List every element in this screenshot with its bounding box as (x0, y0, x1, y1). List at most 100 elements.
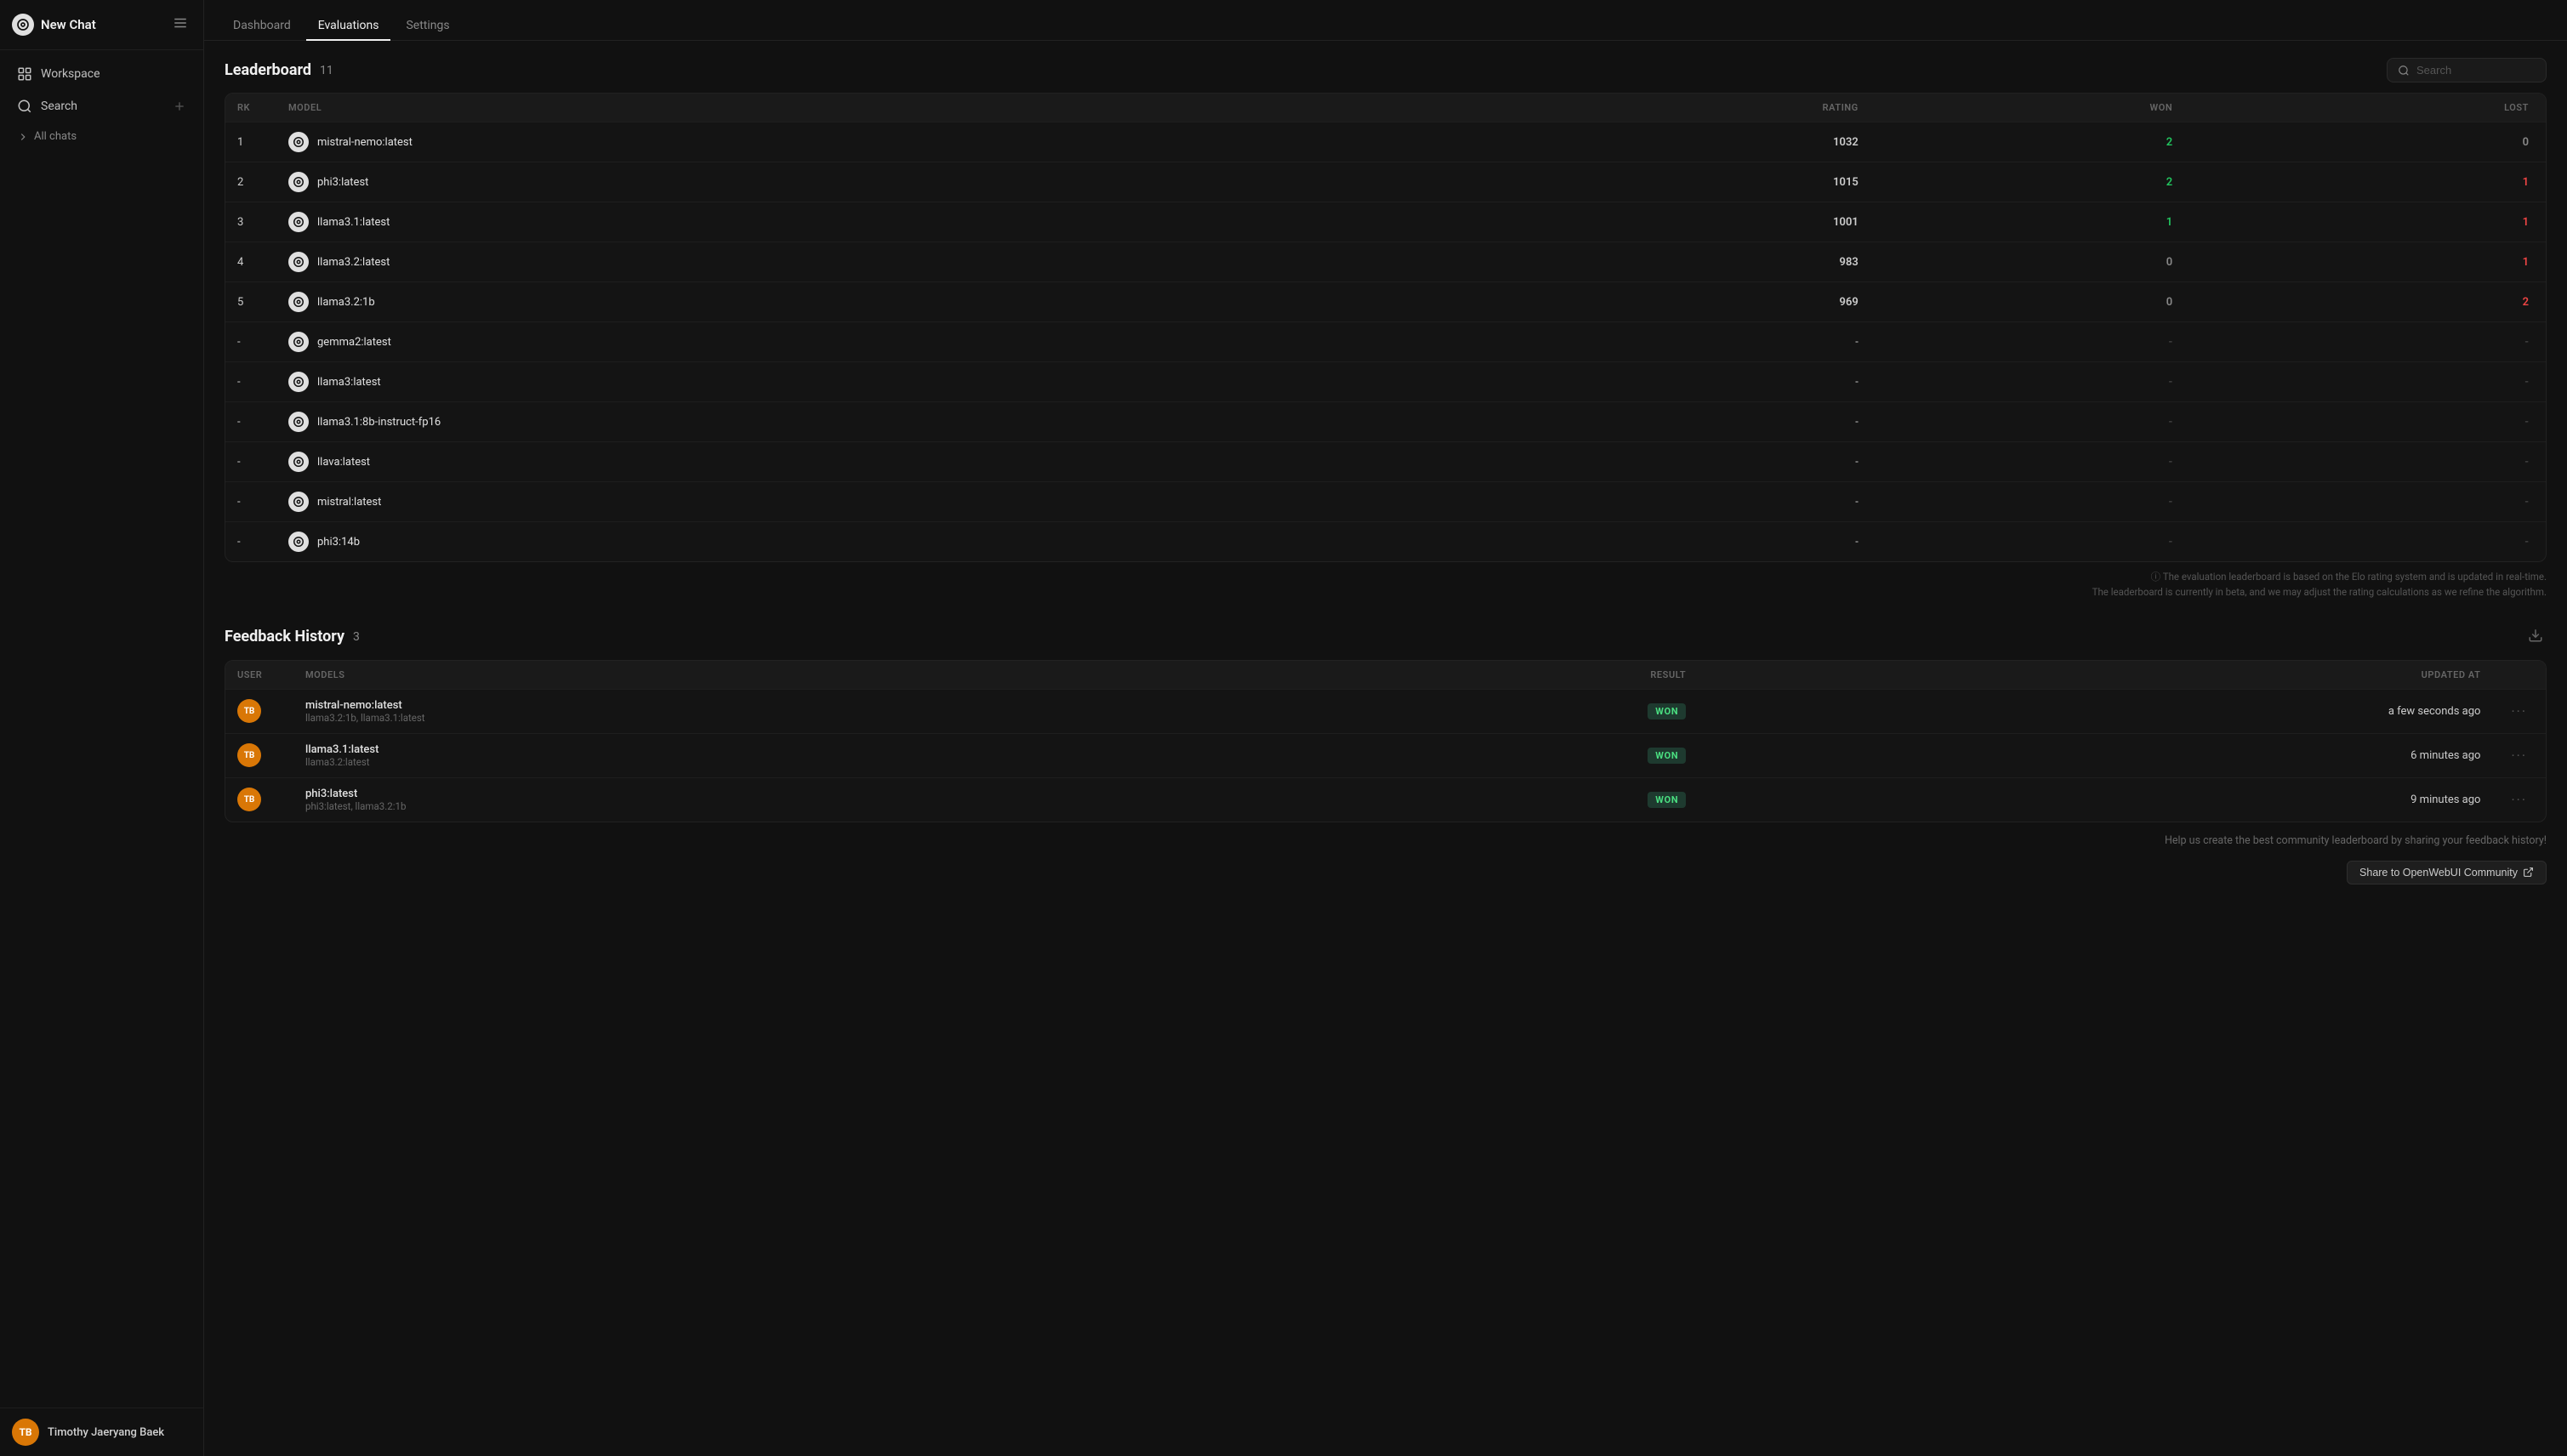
new-chat-button[interactable]: New Chat (12, 14, 96, 36)
more-options-button[interactable]: ··· (2504, 744, 2534, 767)
result-badge: WON (1648, 703, 1686, 719)
feedback-history-count: 3 (353, 630, 360, 644)
model-cell: mistral:latest (276, 482, 1467, 522)
feedback-winner-model: phi3:latest (305, 788, 1261, 800)
rank-cell: 4 (225, 242, 276, 282)
sidebar-item-all-chats[interactable]: All chats (5, 123, 198, 150)
search-input[interactable] (2416, 64, 2536, 77)
share-community-button[interactable]: Share to OpenWebUI Community (2347, 861, 2547, 884)
lost-cell: 1 (2184, 202, 2546, 242)
feedback-actions-cell: ··· (2492, 689, 2546, 733)
sidebar-header: New Chat (0, 0, 203, 50)
col-result: RESULT (1273, 661, 1698, 690)
lost-cell: - (2184, 442, 2546, 482)
model-name: llama3.1:latest (317, 216, 390, 229)
feedback-table-row: TB phi3:latest phi3:latest, llama3.2:1b … (225, 777, 2546, 822)
feedback-actions-cell: ··· (2492, 777, 2546, 822)
leaderboard-table-row: 3 llama3.1:latest 1001 1 1 (225, 202, 2546, 242)
download-icon[interactable] (2524, 624, 2547, 650)
chevron-right-icon (17, 131, 29, 143)
rating-cell: - (1467, 362, 1870, 402)
leaderboard-table-row: 5 llama3.2:1b 969 0 2 (225, 282, 2546, 322)
rating-cell: - (1467, 442, 1870, 482)
col-model: MODEL (276, 94, 1467, 122)
search-add-icon (173, 100, 186, 113)
leaderboard-table-row: - llava:latest - - - (225, 442, 2546, 482)
sidebar-nav: Workspace Search All chats (0, 50, 203, 158)
more-options-button[interactable]: ··· (2504, 788, 2534, 811)
feedback-header: Feedback History 3 (225, 624, 2547, 650)
feedback-actions-cell: ··· (2492, 733, 2546, 777)
feedback-user-cell: TB (225, 733, 293, 777)
model-icon (288, 292, 309, 312)
sidebar-item-workspace[interactable]: Workspace (5, 59, 198, 89)
feedback-updated-at: a few seconds ago (1698, 689, 2492, 733)
rating-cell: - (1467, 322, 1870, 362)
model-icon (288, 212, 309, 232)
rank-cell: 5 (225, 282, 276, 322)
feedback-updated-at: 6 minutes ago (1698, 733, 2492, 777)
result-badge: WON (1648, 748, 1686, 764)
model-cell: mistral-nemo:latest (276, 122, 1467, 162)
col-updated-at: UPDATED AT (1698, 661, 2492, 690)
won-cell: - (1870, 482, 2184, 522)
lost-cell: - (2184, 482, 2546, 522)
rank-cell: 3 (225, 202, 276, 242)
feedback-table-wrapper: USER MODELS RESULT UPDATED AT TB mistral… (225, 660, 2547, 822)
model-icon (288, 372, 309, 392)
leaderboard-table-row: - llama3:latest - - - (225, 362, 2546, 402)
model-name: llama3:latest (317, 376, 381, 389)
model-icon (288, 332, 309, 352)
won-cell: - (1870, 442, 2184, 482)
leaderboard-section-header: Leaderboard 11 (225, 58, 2547, 82)
avatar: TB (12, 1419, 39, 1446)
rating-cell: - (1467, 402, 1870, 442)
main-content: Dashboard Evaluations Settings Leaderboa… (204, 0, 2567, 1456)
model-name: llava:latest (317, 456, 370, 469)
sidebar: New Chat Workspace (0, 0, 204, 1456)
model-name: gemma2:latest (317, 336, 391, 349)
won-cell: - (1870, 322, 2184, 362)
lost-cell: - (2184, 362, 2546, 402)
user-name: Timothy Jaeryang Baek (48, 1426, 164, 1439)
feedback-table-row: TB mistral-nemo:latest llama3.2:1b, llam… (225, 689, 2546, 733)
edit-icon[interactable] (169, 12, 191, 37)
tab-dashboard[interactable]: Dashboard (221, 12, 303, 41)
feedback-result-cell: WON (1273, 733, 1698, 777)
user-profile[interactable]: TB Timothy Jaeryang Baek (0, 1408, 203, 1456)
rank-cell: - (225, 522, 276, 562)
feedback-loser-model: llama3.2:latest (305, 756, 1261, 768)
model-name: phi3:14b (317, 536, 360, 549)
feedback-user-cell: TB (225, 689, 293, 733)
more-options-button[interactable]: ··· (2504, 700, 2534, 723)
feedback-table: USER MODELS RESULT UPDATED AT TB mistral… (225, 661, 2546, 822)
feedback-loser-model: llama3.2:1b, llama3.1:latest (305, 712, 1261, 724)
col-user: USER (225, 661, 293, 690)
won-cell: 2 (1870, 122, 2184, 162)
won-cell: 0 (1870, 242, 2184, 282)
lost-cell: - (2184, 402, 2546, 442)
leaderboard-table-header-row: RK MODEL RATING WON LOST (225, 94, 2546, 122)
feedback-table-row: TB llama3.1:latest llama3.2:latest WON 6… (225, 733, 2546, 777)
tab-settings[interactable]: Settings (394, 12, 461, 41)
leaderboard-search-box[interactable] (2387, 58, 2547, 82)
tab-evaluations[interactable]: Evaluations (306, 12, 391, 41)
leaderboard-info-note: ⓘ The evaluation leaderboard is based on… (225, 569, 2547, 600)
model-icon (288, 172, 309, 192)
col-lost: LOST (2184, 94, 2546, 122)
lost-cell: - (2184, 522, 2546, 562)
leaderboard-table-row: - llama3.1:8b-instruct-fp16 - - - (225, 402, 2546, 442)
sidebar-item-search[interactable]: Search (5, 91, 198, 122)
feedback-winner-model: mistral-nemo:latest (305, 699, 1261, 712)
model-icon (288, 252, 309, 272)
rating-cell: 1032 (1467, 122, 1870, 162)
model-name: mistral:latest (317, 496, 381, 509)
won-cell: - (1870, 522, 2184, 562)
col-won: WON (1870, 94, 2184, 122)
model-cell: llama3.1:8b-instruct-fp16 (276, 402, 1467, 442)
won-cell: 1 (1870, 202, 2184, 242)
leaderboard-table: RK MODEL RATING WON LOST 1 (225, 94, 2546, 561)
workspace-label: Workspace (41, 67, 100, 81)
result-badge: WON (1648, 792, 1686, 808)
model-cell: gemma2:latest (276, 322, 1467, 362)
